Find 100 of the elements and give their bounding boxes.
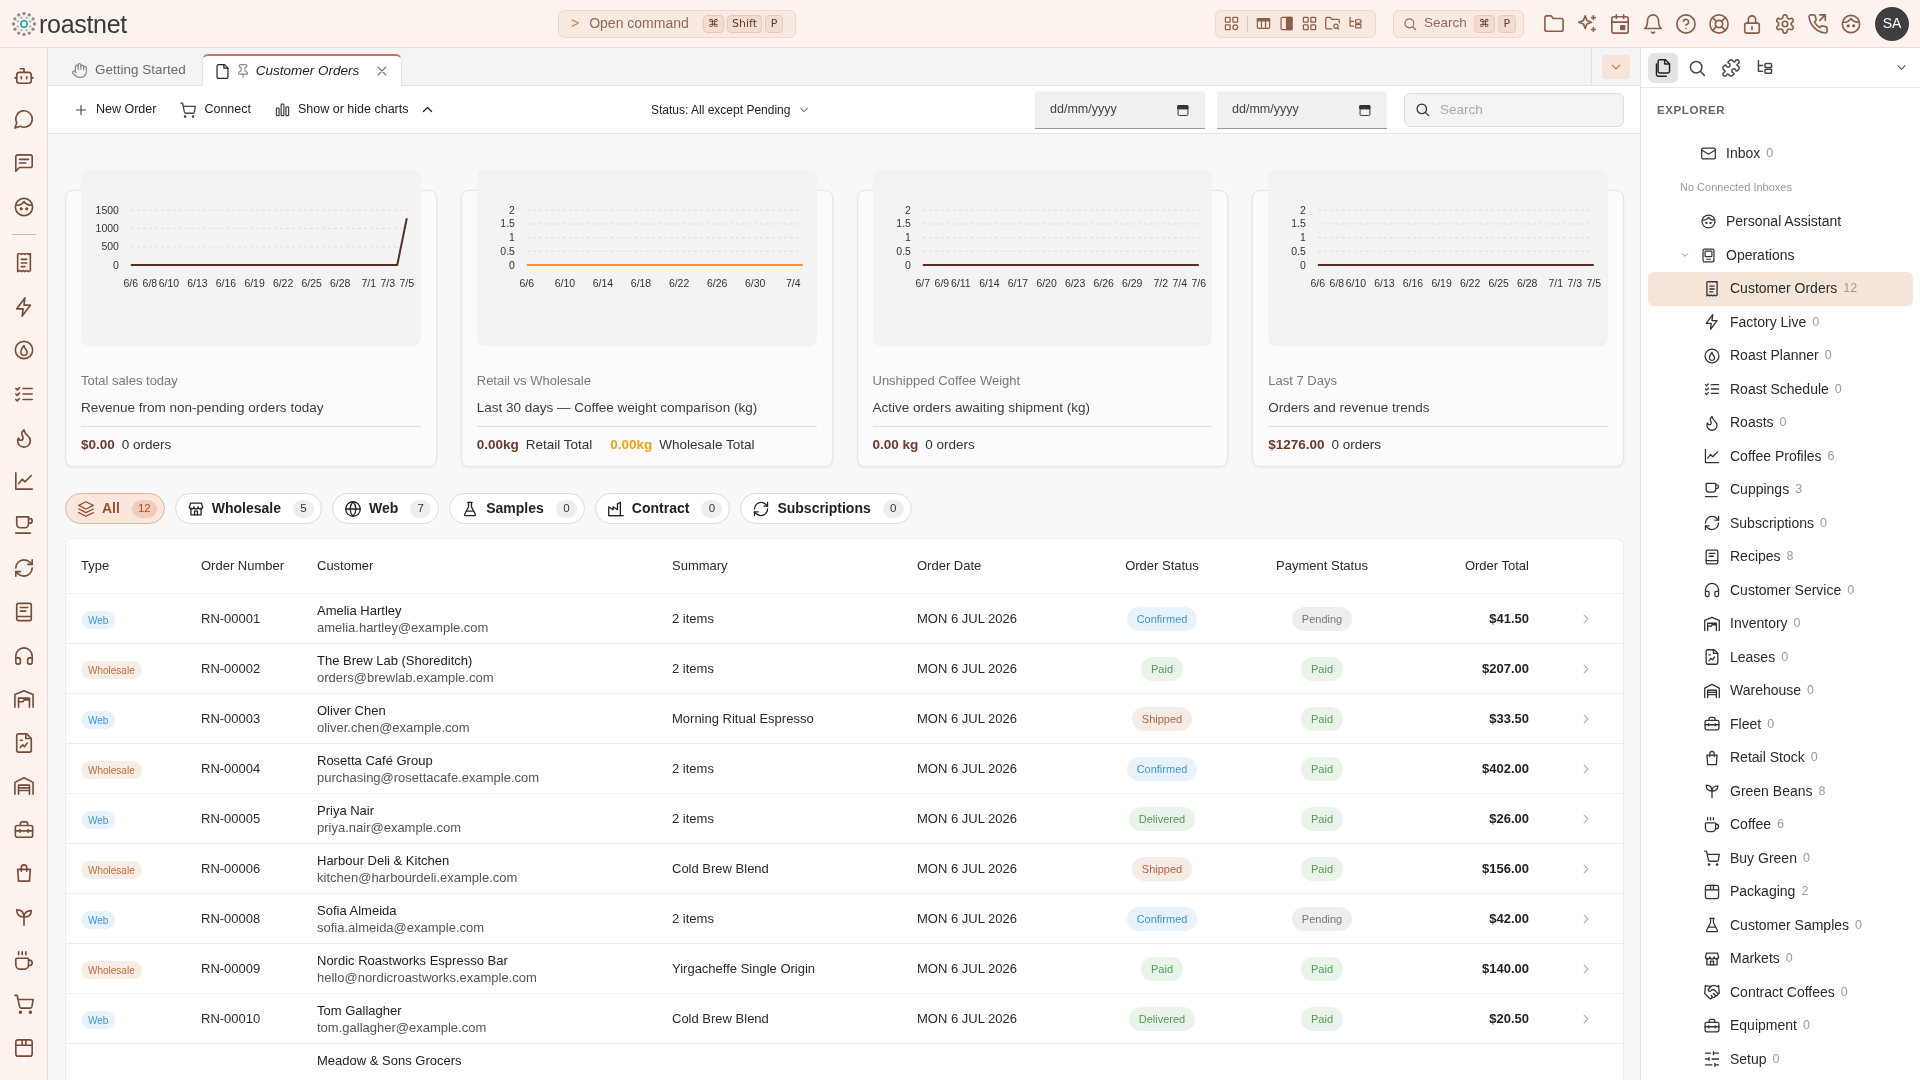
tree-item[interactable]: Equipment 0	[1648, 1009, 1913, 1043]
card-subtitle: Revenue from non‑pending orders today	[81, 399, 325, 417]
charts-toggle-button[interactable]: Show or hide charts	[275, 100, 436, 119]
cart-icon[interactable]	[13, 994, 34, 1015]
tree-item[interactable]: Roasts 0	[1648, 406, 1913, 440]
tree-item[interactable]: Leases 0	[1648, 640, 1913, 674]
axis-label: 6/22	[272, 277, 294, 289]
tree-item[interactable]: Markets 0	[1648, 942, 1913, 976]
date-field[interactable]: dd/mm/yyyy	[1217, 90, 1387, 129]
filter-tab[interactable]: Samples 0	[449, 493, 585, 524]
filter-tab[interactable]: Contract 0	[594, 493, 731, 524]
command-palette-button[interactable]: > Open command ⌘ Shift P	[558, 9, 796, 38]
tree-item[interactable]: Packaging 2	[1648, 875, 1913, 909]
book-icon[interactable]	[13, 601, 34, 622]
tree-item[interactable]: Fleet 0	[1648, 707, 1913, 741]
item-count: 0	[1807, 682, 1815, 700]
tree-item[interactable]: Customer Service 0	[1648, 573, 1913, 607]
hierarchy-icon[interactable]	[1348, 16, 1363, 31]
warehouse-icon[interactable]	[13, 776, 34, 797]
face-icon[interactable]	[13, 196, 34, 217]
lifebuoy-icon[interactable]	[1709, 13, 1729, 34]
tree-item[interactable]: Customer Orders 12	[1648, 272, 1913, 306]
date-field[interactable]: dd/mm/yyyy	[1035, 90, 1205, 129]
axis-label: 6/17	[1007, 277, 1028, 289]
package-icon[interactable]	[13, 1037, 34, 1058]
grid-icon[interactable]	[1302, 16, 1317, 31]
folder-icon[interactable]	[1544, 13, 1564, 34]
filter-tab[interactable]: Subscriptions 0	[740, 493, 912, 524]
filter-tab[interactable]: Wholesale 5	[174, 493, 322, 524]
axis-label: 6/19	[1431, 277, 1452, 289]
tree-item[interactable]: Green Beans 8	[1648, 774, 1913, 808]
calendar-icon[interactable]	[1177, 103, 1189, 116]
columns-icon[interactable]	[1256, 16, 1271, 31]
tree-item[interactable]: Inventory 0	[1648, 607, 1913, 641]
card-title: Unshipped Coffee Weight	[872, 373, 1022, 389]
headphones-icon[interactable]	[13, 645, 34, 666]
stat-amount: 0.00kg	[610, 436, 653, 454]
lock-icon[interactable]	[1742, 13, 1762, 34]
tree-item[interactable]: Roast Planner 0	[1648, 339, 1913, 373]
tree-item[interactable]: Personal Assistant	[1648, 204, 1913, 238]
refresh-icon[interactable]	[13, 558, 34, 579]
tree-item[interactable]: Recipes 8	[1648, 540, 1913, 574]
face-icon[interactable]	[1841, 13, 1861, 34]
item-count: 0	[1767, 715, 1775, 733]
sparkle-icon[interactable]	[1577, 13, 1597, 34]
folder-search-icon[interactable]	[1325, 16, 1340, 31]
type-tag: Wholesale	[81, 961, 142, 979]
chat-bubble-icon[interactable]	[13, 109, 34, 130]
document-icon	[214, 63, 230, 79]
tree-item[interactable]: Retail Stock 0	[1648, 741, 1913, 775]
pin-icon[interactable]	[235, 64, 250, 78]
sprout-icon[interactable]	[13, 907, 34, 928]
tab[interactable]: Getting Started	[60, 55, 202, 85]
new-order-button[interactable]: New Order	[74, 100, 157, 119]
tree-item[interactable]: Contract Coffees 0	[1648, 975, 1913, 1009]
toolbox-icon[interactable]	[13, 819, 34, 840]
cup-icon[interactable]	[13, 514, 34, 535]
item-count: 0	[1812, 313, 1820, 331]
user-avatar[interactable]: SA	[1875, 6, 1909, 41]
status-filter-dropdown[interactable]: Status: All except Pending	[651, 100, 811, 119]
connect-button[interactable]: Connect	[180, 100, 251, 119]
panel-tab[interactable]	[1648, 52, 1678, 83]
lightning-icon[interactable]	[13, 296, 34, 317]
tree-item[interactable]: Cuppings 3	[1648, 473, 1913, 507]
axis-label: 7/4	[785, 277, 801, 289]
coffee-cup-icon[interactable]	[13, 950, 34, 971]
help-icon[interactable]	[1676, 13, 1696, 34]
item-count: 8	[1786, 548, 1794, 566]
side-panel-icon[interactable]	[1279, 16, 1294, 31]
tree-item[interactable]: Factory Live 0	[1648, 305, 1913, 339]
tree-item[interactable]: Operations	[1648, 238, 1913, 272]
tree-item[interactable]: Inbox 0	[1648, 136, 1913, 170]
dashboard-icon[interactable]	[1224, 16, 1239, 31]
filter-tab[interactable]: All 12	[65, 493, 165, 524]
notifications-icon[interactable]	[1643, 13, 1663, 34]
search-field[interactable]: Search	[1404, 92, 1624, 127]
tree-item[interactable]: Warehouse 0	[1648, 674, 1913, 708]
filter-tab[interactable]: Web 7	[331, 493, 440, 524]
line-chart-icon[interactable]	[13, 471, 34, 492]
tree-item[interactable]: Coffee Profiles 6	[1648, 439, 1913, 473]
tree-item[interactable]: Coffee 6	[1648, 808, 1913, 842]
calendar-icon[interactable]	[1610, 13, 1630, 34]
item-count: 0	[1802, 1017, 1810, 1035]
tree-item[interactable]: Roast Schedule 0	[1648, 372, 1913, 406]
search-button[interactable]: Search ⌘ P	[1393, 9, 1524, 38]
tree-item[interactable]: Buy Green 0	[1648, 841, 1913, 875]
document-chart-icon[interactable]	[13, 732, 34, 753]
customer-name: Amelia Hartley	[317, 601, 402, 619]
flame-circle-icon[interactable]	[13, 340, 34, 361]
robot-icon[interactable]	[13, 65, 34, 86]
storage-building-icon[interactable]	[13, 689, 34, 710]
phone-icon[interactable]	[1808, 13, 1828, 34]
message-icon[interactable]	[13, 153, 34, 173]
stat-caption: 0 orders	[121, 436, 172, 454]
tab[interactable]: Customer Orders	[201, 54, 403, 86]
settings-icon[interactable]	[1775, 13, 1795, 34]
calendar-icon[interactable]	[1359, 103, 1371, 116]
tree-item[interactable]: Customer Samples 0	[1648, 908, 1913, 942]
tree-item[interactable]: Subscriptions 0	[1648, 506, 1913, 540]
tree-item[interactable]: Setup 0	[1648, 1042, 1913, 1076]
